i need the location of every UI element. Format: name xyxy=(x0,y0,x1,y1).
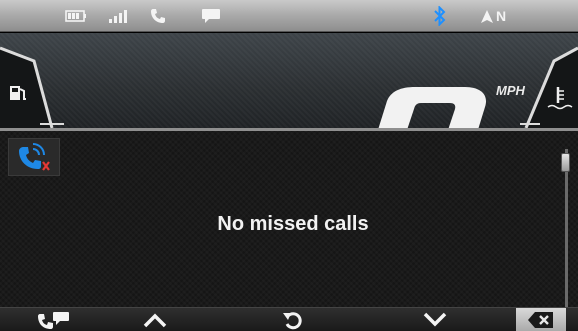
clear-backspace-icon xyxy=(528,312,553,328)
scroll-up-button[interactable] xyxy=(130,308,180,331)
scrollbar-track[interactable] xyxy=(565,149,568,307)
refresh-icon xyxy=(283,312,302,330)
empty-state-message: No missed calls xyxy=(217,213,369,235)
bluetooth-icon xyxy=(432,0,448,32)
temperature-gauge xyxy=(520,46,578,129)
chevron-down-icon xyxy=(423,312,447,327)
instrument-cluster: MPH xyxy=(0,33,578,130)
bottom-toolbar xyxy=(0,307,578,331)
missed-calls-tab[interactable] xyxy=(8,138,60,176)
phone-icon xyxy=(147,0,169,32)
call-and-message-icon xyxy=(38,312,69,329)
clear-button[interactable] xyxy=(516,308,566,331)
scrollbar-thumb[interactable] xyxy=(561,153,570,172)
message-icon xyxy=(199,0,223,32)
battery-icon xyxy=(62,0,90,32)
compass-arrow-icon xyxy=(480,9,493,23)
status-bar: N xyxy=(0,0,578,32)
call-message-button[interactable] xyxy=(24,308,84,331)
missed-calls-icon xyxy=(19,143,50,171)
refresh-button[interactable] xyxy=(268,308,318,331)
missed-calls-panel: No missed calls xyxy=(0,131,578,307)
chevron-up-icon xyxy=(143,313,167,328)
scroll-down-button[interactable] xyxy=(410,308,460,331)
compass-direction: N xyxy=(495,8,508,24)
compass-heading: N xyxy=(474,0,514,32)
speed-digit xyxy=(377,87,486,130)
fuel-gauge xyxy=(0,46,64,129)
signal-strength-icon xyxy=(106,0,132,32)
